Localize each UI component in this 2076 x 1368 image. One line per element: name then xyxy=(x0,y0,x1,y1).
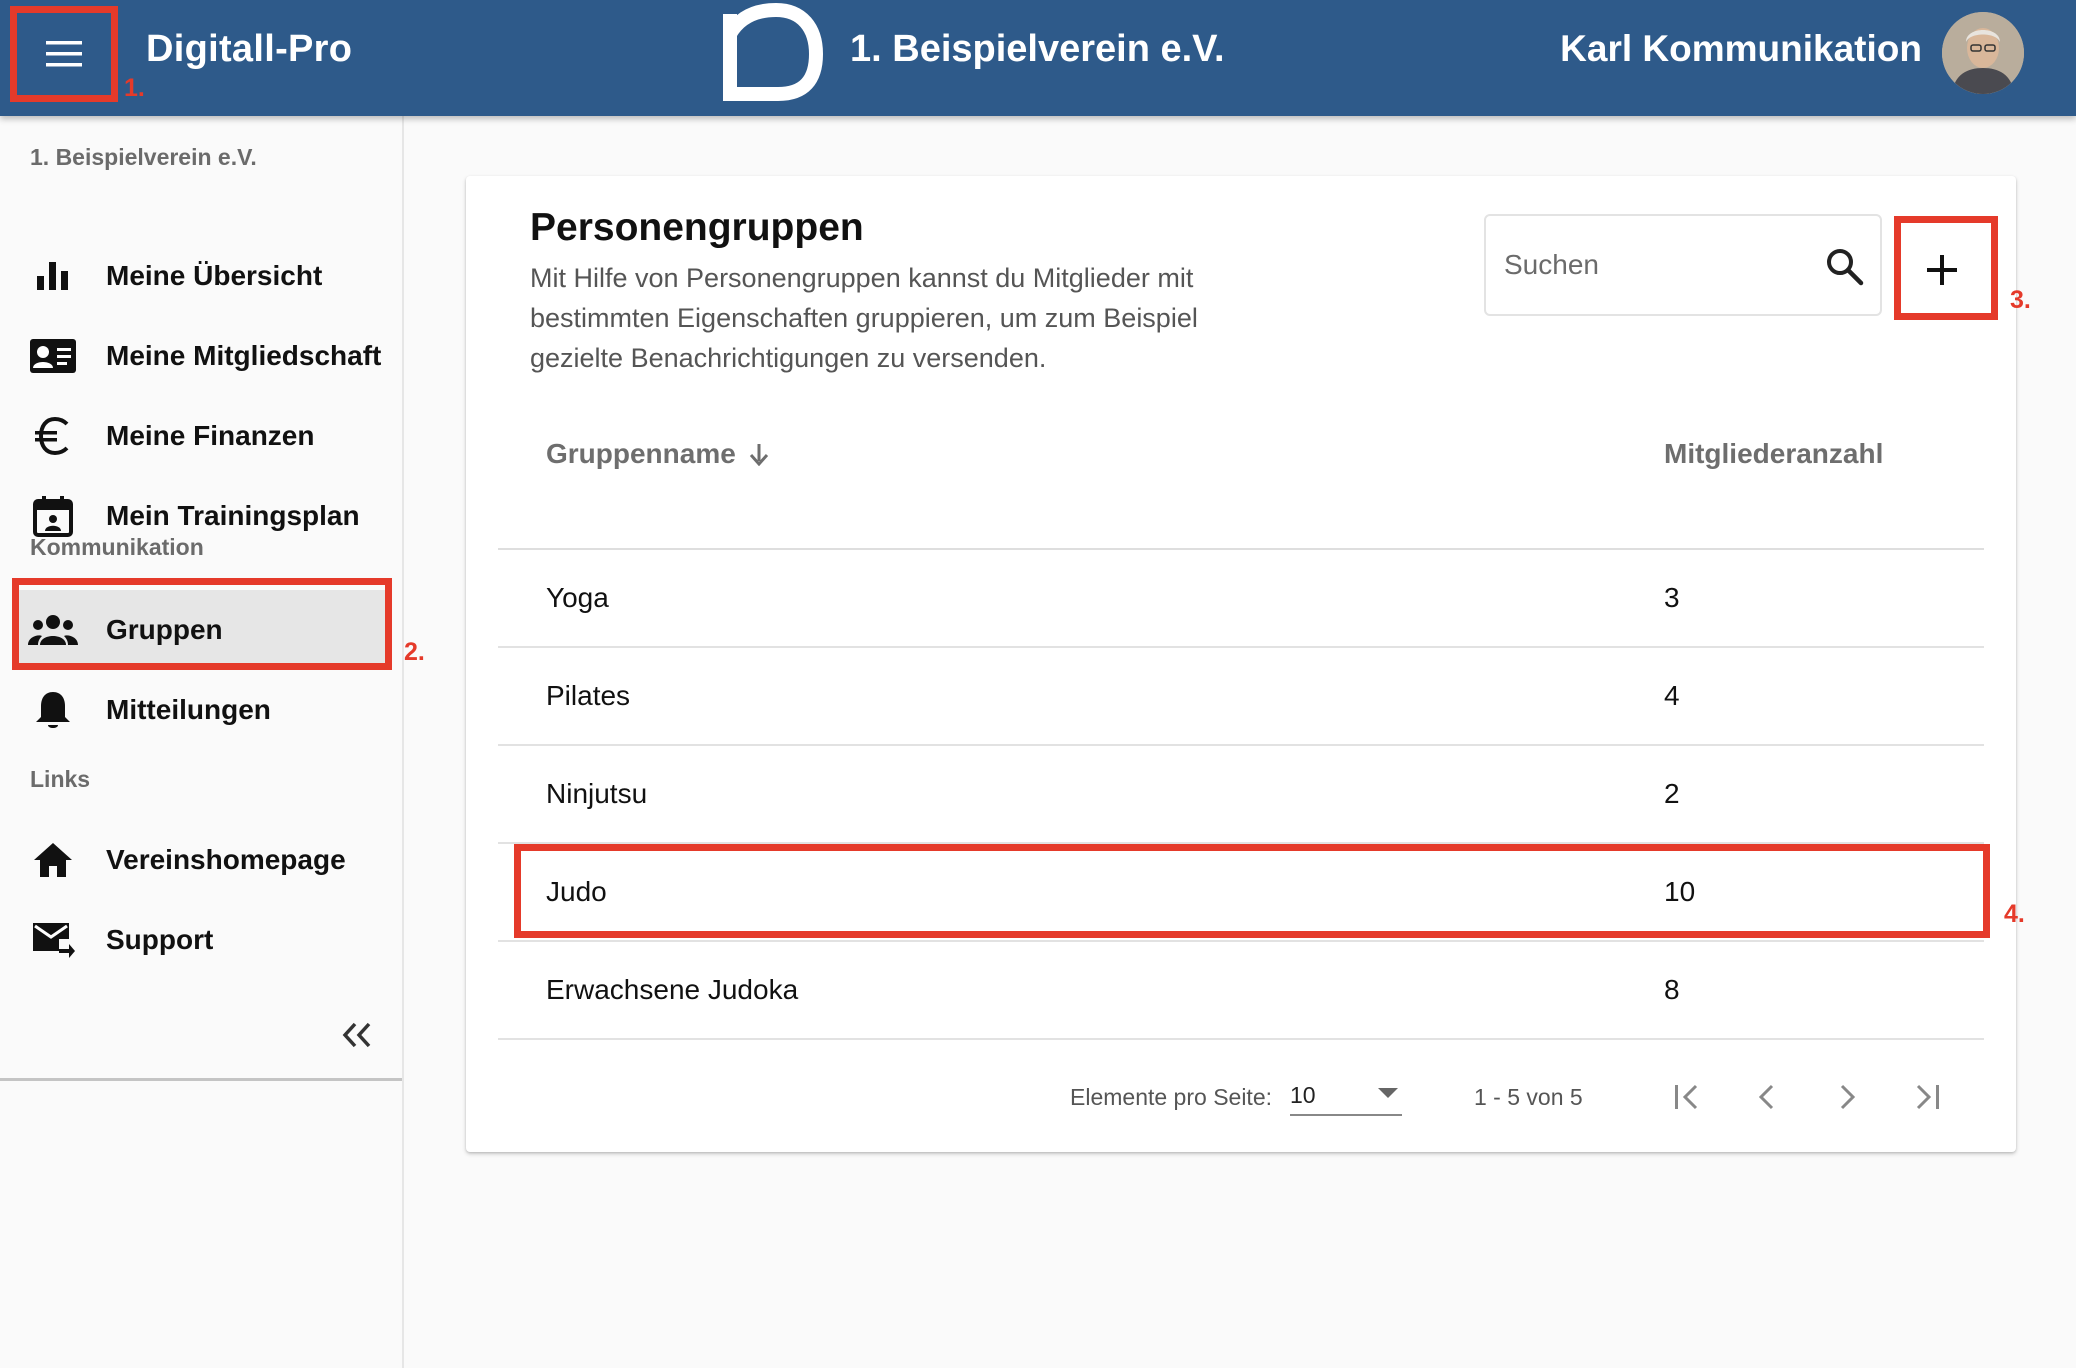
sidebar-section-links: Links xyxy=(30,766,91,792)
euro-icon xyxy=(28,411,78,461)
member-count-cell: 3 xyxy=(1664,582,1680,613)
next-page-button[interactable] xyxy=(1822,1072,1872,1122)
group-icon xyxy=(28,605,78,655)
sidebar-item-label: Mitteilungen xyxy=(106,694,271,725)
avatar-portrait xyxy=(1942,12,2024,94)
sidebar-nav: 1. Beispielverein e.V. Meine Übersicht M… xyxy=(0,116,402,1081)
last-page-icon xyxy=(1916,1084,1939,1110)
group-name-cell: Pilates xyxy=(546,680,631,711)
club-title: 1. Beispielverein e.V. xyxy=(850,28,1225,70)
table-row[interactable]: Yoga 3 xyxy=(498,550,1984,648)
app-title: Digitall-Pro xyxy=(146,28,353,70)
dropdown-arrow-icon xyxy=(1378,1088,1398,1098)
bell-icon xyxy=(28,685,78,735)
chevron-left-icon xyxy=(1758,1084,1774,1110)
page-range-label: 1 - 5 von 5 xyxy=(1474,1084,1583,1110)
column-header-membercount: Mitgliederanzahl xyxy=(1664,438,1883,470)
last-page-button[interactable] xyxy=(1902,1072,1952,1122)
bar-chart-icon xyxy=(28,251,78,301)
sidebar-item-support[interactable]: Support xyxy=(0,900,402,980)
app-header: Digitall-Pro 1. Beispielverein e.V. Karl… xyxy=(0,0,2076,116)
hamburger-menu-icon xyxy=(46,41,82,67)
column-header-label: Gruppenname xyxy=(546,438,736,469)
mail-forward-icon xyxy=(28,915,78,965)
annotation-label-2: 2. xyxy=(404,638,425,666)
sidebar-item-vereinshomepage[interactable]: Vereinshomepage xyxy=(0,820,402,900)
sidebar-item-label: Meine Mitgliedschaft xyxy=(106,340,382,371)
sidebar-item-label: Gruppen xyxy=(106,614,223,645)
sidebar-item-label: Meine Übersicht xyxy=(106,260,323,291)
member-count-cell: 10 xyxy=(1664,876,1696,907)
menu-button[interactable] xyxy=(14,8,114,100)
home-icon xyxy=(28,835,78,885)
chevron-right-icon xyxy=(1840,1084,1856,1110)
first-page-icon xyxy=(1675,1084,1698,1110)
page-description: Mit Hilfe von Personengruppen kannst du … xyxy=(530,263,1198,373)
sidebar-item-mitteilungen[interactable]: Mitteilungen xyxy=(0,670,402,750)
search-input[interactable] xyxy=(1504,238,1804,292)
collapse-sidebar-button[interactable] xyxy=(332,1010,382,1060)
column-header-groupname[interactable]: Gruppenname xyxy=(546,438,770,470)
first-page-button[interactable] xyxy=(1662,1072,1712,1122)
annotation-label-1: 1. xyxy=(124,74,145,102)
member-count-cell: 8 xyxy=(1664,974,1680,1005)
sidebar: 1. Beispielverein e.V. Meine Übersicht M… xyxy=(0,116,404,1368)
sidebar-item-finanzen[interactable]: Meine Finanzen xyxy=(0,396,402,476)
sidebar-item-label: Mein Trainingsplan xyxy=(106,500,360,531)
previous-page-button[interactable] xyxy=(1742,1072,1792,1122)
sidebar-section-kommunikation: Kommunikation xyxy=(30,534,204,560)
annotation-label-3: 3. xyxy=(2010,286,2031,314)
table-row[interactable]: Erwachsene Judoka 8 xyxy=(498,942,1984,1040)
group-name-cell: Erwachsene Judoka xyxy=(546,974,799,1005)
group-name-cell: Yoga xyxy=(546,582,609,613)
user-avatar[interactable] xyxy=(1942,12,2024,94)
sidebar-item-label: Vereinshomepage xyxy=(106,844,346,875)
search-field[interactable] xyxy=(1484,214,1882,316)
sidebar-item-gruppen[interactable]: Gruppen xyxy=(16,590,386,670)
double-chevron-left-icon xyxy=(342,1022,371,1048)
id-card-icon xyxy=(28,331,78,381)
user-name[interactable]: Karl Kommunikation xyxy=(1560,28,1922,70)
add-group-button[interactable] xyxy=(1894,222,1990,318)
sidebar-item-mitgliedschaft[interactable]: Meine Mitgliedschaft xyxy=(0,316,402,396)
items-per-page-value: 10 xyxy=(1290,1082,1316,1108)
items-per-page-select[interactable]: 10 xyxy=(1290,1072,1402,1116)
table-row[interactable]: Judo 10 xyxy=(498,844,1984,942)
group-name-cell: Ninjutsu xyxy=(546,778,648,809)
table-row[interactable]: Ninjutsu 2 xyxy=(498,746,1984,844)
sidebar-item-uebersicht[interactable]: Meine Übersicht xyxy=(0,236,402,316)
arrow-down-icon xyxy=(749,444,768,466)
person-groups-card: Personengruppen Mit Hilfe von Personengr… xyxy=(466,176,2016,1152)
group-name-cell: Judo xyxy=(546,876,607,907)
member-count-cell: 4 xyxy=(1664,680,1680,711)
sidebar-org-label: 1. Beispielverein e.V. xyxy=(30,144,257,170)
search-icon[interactable] xyxy=(1824,246,1866,288)
items-per-page-label: Elemente pro Seite: xyxy=(1070,1084,1273,1110)
table-row[interactable]: Pilates 4 xyxy=(498,648,1984,746)
member-count-cell: 2 xyxy=(1664,778,1680,809)
annotation-label-4: 4. xyxy=(2004,900,2025,928)
club-logo xyxy=(723,2,824,101)
page-title: Personengruppen xyxy=(530,206,864,249)
plus-icon xyxy=(1927,255,1957,285)
sidebar-item-label: Support xyxy=(106,924,214,955)
column-header-label: Mitgliederanzahl xyxy=(1664,438,1884,469)
sidebar-item-label: Meine Finanzen xyxy=(106,420,315,451)
